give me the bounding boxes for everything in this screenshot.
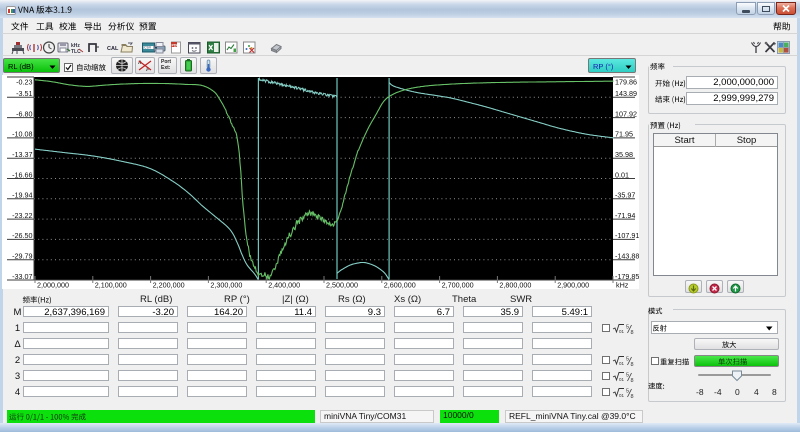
- svg-text:-26.50: -26.50: [12, 231, 32, 240]
- svg-text:-35.97: -35.97: [615, 191, 635, 200]
- svg-text:CSV: CSV: [144, 46, 152, 50]
- svg-text:5: 5: [626, 325, 629, 331]
- svg-text:-143.88: -143.88: [615, 252, 639, 261]
- svg-text:0.01: 0.01: [615, 170, 629, 179]
- svg-text:107.92: 107.92: [615, 109, 637, 118]
- svg-text:CAL: CAL: [107, 46, 119, 52]
- svg-text:71.95: 71.95: [615, 130, 633, 139]
- svg-text:2,000,000: 2,000,000: [37, 281, 69, 290]
- svg-text:2,800,000: 2,800,000: [499, 281, 531, 290]
- svg-text:-13.37: -13.37: [12, 150, 32, 159]
- svg-text:2,200,000: 2,200,000: [153, 281, 185, 290]
- svg-text:-10.08: -10.08: [12, 130, 32, 139]
- svg-text:2,500,000: 2,500,000: [326, 281, 358, 290]
- svg-text:01: 01: [619, 393, 625, 398]
- svg-text:143.89: 143.89: [615, 89, 637, 98]
- svg-text:-3.51: -3.51: [16, 89, 32, 98]
- svg-text:5: 5: [626, 357, 629, 363]
- svg-text:01: 01: [619, 329, 625, 334]
- svg-text:5: 5: [626, 389, 629, 395]
- svg-text:2,600,000: 2,600,000: [384, 281, 416, 290]
- svg-text:8: 8: [631, 362, 634, 367]
- svg-text:35.98: 35.98: [615, 150, 633, 159]
- svg-text:kHz: kHz: [616, 281, 629, 290]
- svg-text:2,400,000: 2,400,000: [268, 281, 300, 290]
- svg-text:PDF: PDF: [172, 43, 180, 47]
- svg-text:2,900,000: 2,900,000: [557, 281, 589, 290]
- svg-text:2,100,000: 2,100,000: [95, 281, 127, 290]
- svg-text:-16.66: -16.66: [12, 170, 32, 179]
- svg-text:-29.79: -29.79: [12, 252, 32, 261]
- svg-text:-23.22: -23.22: [12, 211, 32, 220]
- svg-text:8: 8: [631, 394, 634, 399]
- svg-text:-179.85: -179.85: [615, 272, 639, 281]
- svg-text:5: 5: [626, 373, 629, 379]
- svg-text:-19.94: -19.94: [12, 191, 32, 200]
- svg-text:-71.94: -71.94: [615, 211, 635, 220]
- svg-text:8: 8: [631, 378, 634, 383]
- svg-text:-107.91: -107.91: [615, 231, 639, 240]
- svg-text:8: 8: [631, 330, 634, 335]
- svg-text:01: 01: [619, 361, 625, 366]
- svg-text:01: 01: [619, 377, 625, 382]
- svg-text:2,700,000: 2,700,000: [442, 281, 474, 290]
- svg-text:-33.07: -33.07: [12, 272, 32, 281]
- svg-text:-6.80: -6.80: [16, 109, 32, 118]
- svg-text:2,300,000: 2,300,000: [210, 281, 242, 290]
- svg-text:-0.23: -0.23: [16, 78, 32, 87]
- svg-text:179.86: 179.86: [615, 78, 637, 87]
